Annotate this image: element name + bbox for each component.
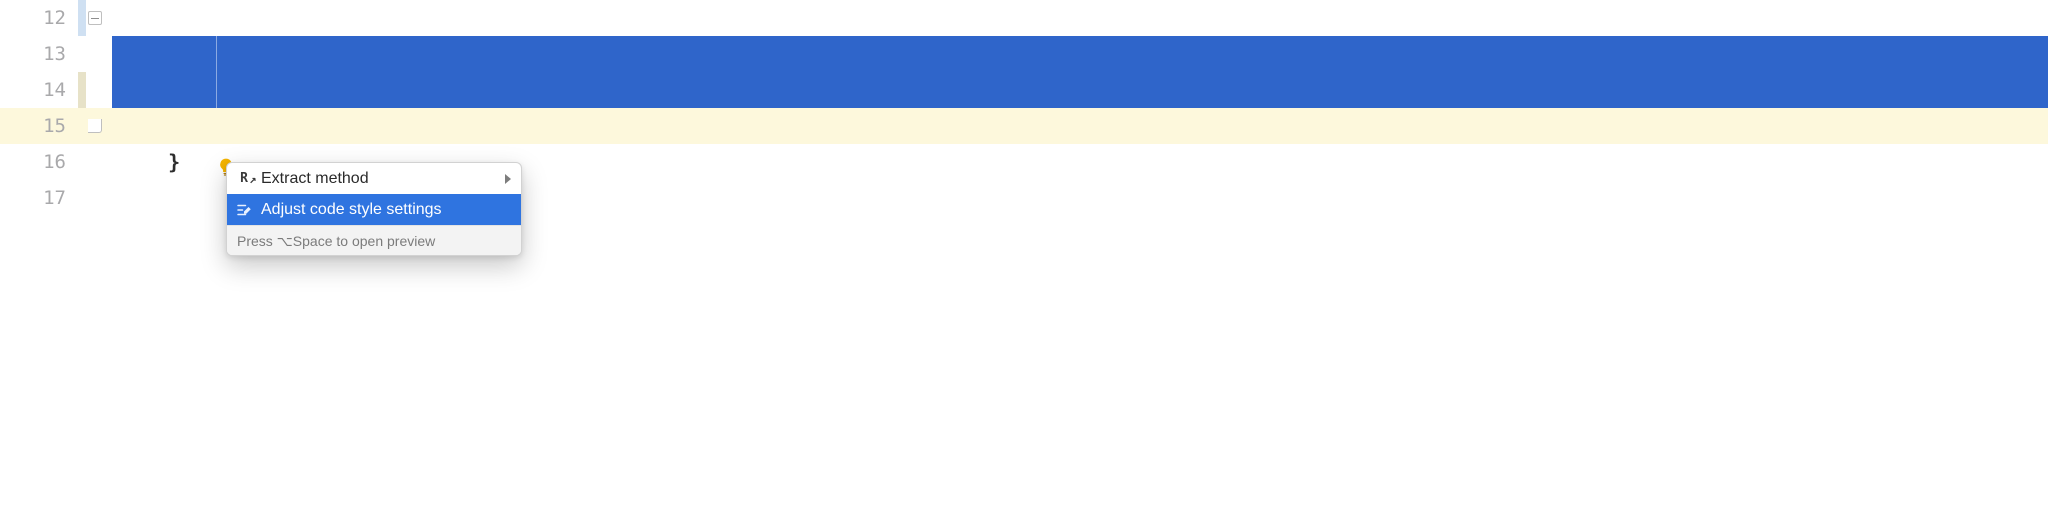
code-line[interactable]: public void shouldForceCurlyBracesOnForL…: [112, 0, 2048, 36]
submenu-arrow-icon: [505, 174, 511, 184]
intention-popup[interactable]: R↗ Extract method Adjust code style sett…: [226, 162, 522, 256]
code-line[interactable]: System.out.println("I have no idea where…: [112, 72, 2048, 108]
gutter-marker: [78, 72, 112, 108]
fold-toggle-icon[interactable]: [88, 11, 102, 25]
line-number: 14: [0, 72, 78, 108]
gutter-marker: [78, 36, 112, 72]
line-number: 16: [0, 144, 78, 180]
line-number: 13: [0, 36, 78, 72]
code-editor[interactable]: 12 13 14 15 16 17 public void shouldForc…: [0, 0, 2048, 512]
code-area[interactable]: public void shouldForceCurlyBracesOnForL…: [112, 0, 2048, 512]
code-line[interactable]: }: [112, 108, 2048, 144]
gutter-marker: [78, 180, 112, 216]
brace-close: }: [168, 150, 180, 174]
settings-icon: [235, 201, 253, 219]
gutter-marker: [78, 144, 112, 180]
line-number: 12: [0, 0, 78, 36]
popup-footer-hint: Press ⌥Space to open preview: [227, 225, 521, 255]
gutter-marker: [78, 108, 112, 144]
popup-item-adjust-code-style[interactable]: Adjust code style settings: [227, 194, 521, 225]
indent: [120, 150, 168, 174]
code-line[interactable]: for (int i = 0; i < 3; i++): [112, 36, 2048, 72]
gutter-marker: [78, 0, 112, 36]
marker-strip: [78, 0, 112, 512]
popup-item-label: Adjust code style settings: [261, 201, 442, 219]
popup-item-label: Extract method: [261, 170, 369, 188]
popup-item-extract-method[interactable]: R↗ Extract method: [227, 163, 521, 194]
refactor-icon: R↗: [235, 170, 253, 188]
gutter: 12 13 14 15 16 17: [0, 0, 78, 512]
line-number: 17: [0, 180, 78, 216]
line-number: 15: [0, 108, 78, 144]
fold-end-icon[interactable]: [88, 119, 102, 133]
